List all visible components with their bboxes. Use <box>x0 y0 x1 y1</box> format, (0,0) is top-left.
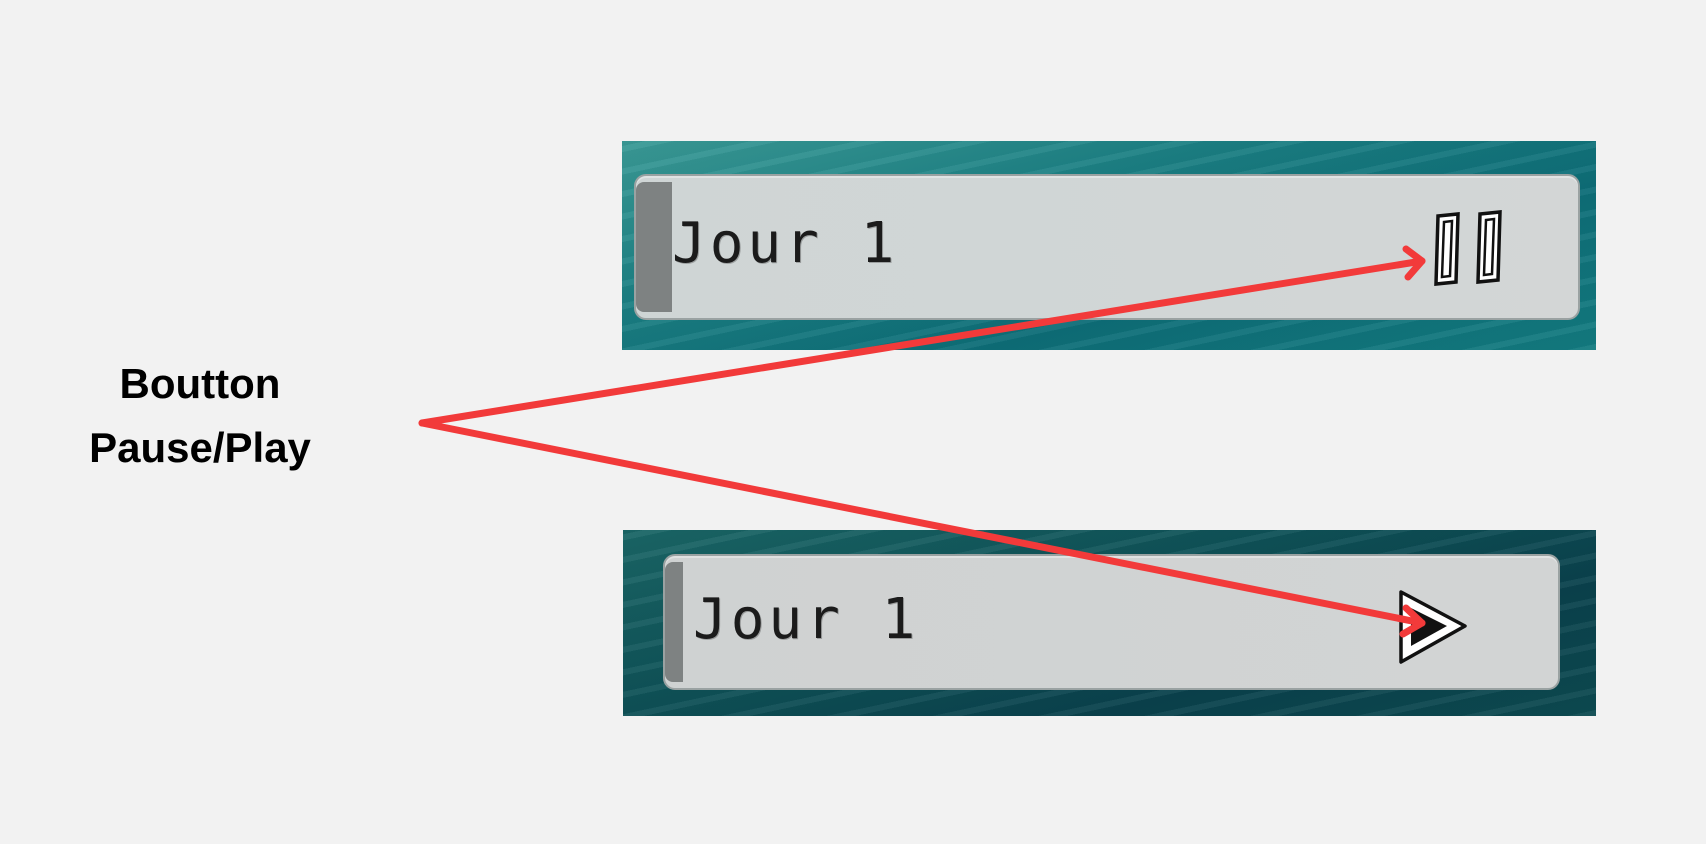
annotation-label-line2: Pause/Play <box>89 424 311 471</box>
bar-tab <box>665 562 683 682</box>
bar-tab <box>636 182 672 312</box>
play-button[interactable] <box>1393 586 1473 666</box>
paused-state-panel: Jour 1 <box>623 530 1596 716</box>
pause-button[interactable] <box>1428 210 1510 286</box>
play-icon <box>1399 590 1467 664</box>
day-bar: Jour 1 <box>663 554 1560 690</box>
day-label: Jour 1 <box>693 587 920 652</box>
annotation-label: Boutton Pause/Play <box>40 352 360 480</box>
playing-state-panel: Jour 1 <box>622 141 1596 350</box>
pause-icon <box>1434 210 1502 286</box>
day-label: Jour 1 <box>672 211 899 276</box>
day-bar: Jour 1 <box>634 174 1580 320</box>
annotation-label-line1: Boutton <box>119 360 281 407</box>
